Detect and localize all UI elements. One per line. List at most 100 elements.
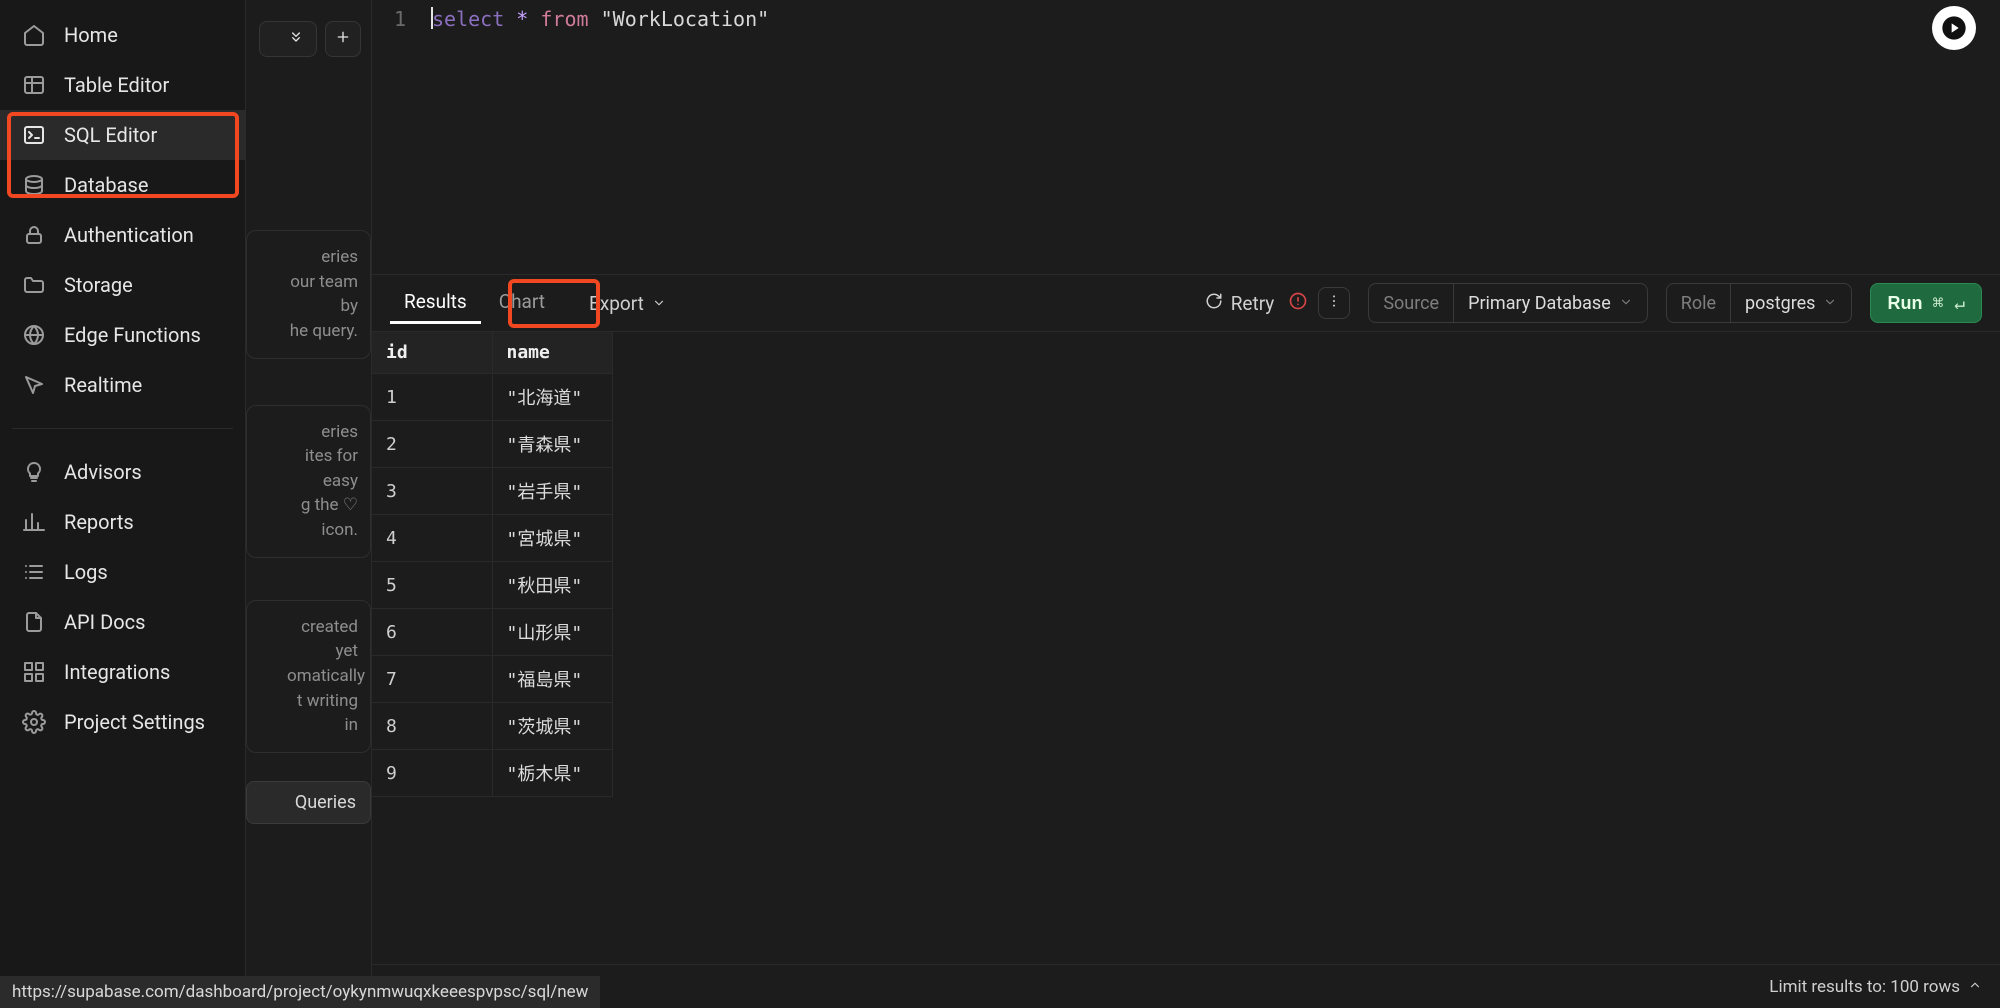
results-table-area: id name 1"北海道"2"青森県"3"岩手県"4"宮城県"5"秋田県"6"…	[372, 332, 2000, 1008]
table-row[interactable]: 3"岩手県"	[372, 468, 612, 515]
sidebar-item-database[interactable]: Database	[0, 160, 245, 210]
table-row[interactable]: 7"福島県"	[372, 656, 612, 703]
sidebar-item-label: Advisors	[64, 460, 142, 484]
table-row[interactable]: 9"栃木県"	[372, 750, 612, 797]
cell-id: 4	[372, 515, 492, 562]
new-query-button[interactable]	[325, 21, 361, 57]
results-footer: (Limited to only 100 rows) Limit results…	[372, 964, 2000, 1008]
panel-favorite-queries: eries ites for easy g the ♡ icon.	[246, 405, 371, 558]
panel-shared-queries: eries our team by he query.	[246, 230, 371, 359]
run-shortcut: ⌘ ↵	[1932, 293, 1965, 314]
kebab-icon	[1326, 293, 1342, 314]
assistant-badge[interactable]	[1932, 6, 1976, 50]
export-button[interactable]: Export	[575, 284, 680, 323]
results-toolbar: Results Chart Export Retry Source Primar…	[372, 274, 2000, 332]
panel-toggle-button[interactable]	[259, 21, 317, 57]
cell-id: 9	[372, 750, 492, 797]
terminal-icon	[22, 123, 46, 147]
token-star: *	[516, 7, 528, 31]
results-table: id name 1"北海道"2"青森県"3"岩手県"4"宮城県"5"秋田県"6"…	[372, 332, 613, 797]
sidebar-item-advisors[interactable]: Advisors	[0, 447, 245, 497]
sidebar-item-reports[interactable]: Reports	[0, 497, 245, 547]
role-selector[interactable]: Role postgres	[1666, 283, 1853, 323]
table-row[interactable]: 5"秋田県"	[372, 562, 612, 609]
chevron-down-icon	[1823, 293, 1837, 314]
sidebar-item-home[interactable]: Home	[0, 10, 245, 60]
editor-code-line: select * from "WorkLocation"	[432, 6, 769, 32]
cell-name: "山形県"	[492, 609, 612, 656]
run-button[interactable]: Run ⌘ ↵	[1870, 283, 1982, 323]
sidebar-item-label: Home	[64, 23, 118, 47]
grid-icon	[22, 660, 46, 684]
sidebar-item-authentication[interactable]: Authentication	[0, 210, 245, 260]
cell-id: 7	[372, 656, 492, 703]
sidebar-item-integrations[interactable]: Integrations	[0, 647, 245, 697]
table-row[interactable]: 2"青森県"	[372, 421, 612, 468]
table-row[interactable]: 6"山形県"	[372, 609, 612, 656]
sidebar-item-edge-functions[interactable]: Edge Functions	[0, 310, 245, 360]
tab-results[interactable]: Results	[390, 282, 481, 324]
sidebar-item-sql-editor[interactable]: SQL Editor	[0, 110, 245, 160]
column-header-name[interactable]: name	[492, 332, 612, 374]
sidebar-item-logs[interactable]: Logs	[0, 547, 245, 597]
cell-name: "宮城県"	[492, 515, 612, 562]
panel-no-queries: created yet omatically t writing in	[246, 600, 371, 753]
sidebar-item-label: API Docs	[64, 610, 145, 634]
sidebar-item-storage[interactable]: Storage	[0, 260, 245, 310]
token-from: from	[540, 7, 588, 31]
home-icon	[22, 23, 46, 47]
play-circle-icon	[1940, 14, 1968, 42]
cell-name: "福島県"	[492, 656, 612, 703]
retry-button[interactable]: Retry	[1195, 286, 1285, 321]
retry-label: Retry	[1231, 292, 1275, 315]
sidebar-item-project-settings[interactable]: Project Settings	[0, 697, 245, 747]
tab-chart[interactable]: Chart	[485, 282, 559, 324]
globe-icon	[22, 323, 46, 347]
table-icon	[22, 73, 46, 97]
folder-icon	[22, 273, 46, 297]
source-value: Primary Database	[1468, 293, 1611, 314]
sidebar-item-label: Reports	[64, 510, 134, 534]
sidebar-item-label: Integrations	[64, 660, 170, 684]
alert-icon[interactable]	[1288, 291, 1308, 316]
role-value: postgres	[1745, 293, 1815, 314]
run-label: Run	[1887, 293, 1922, 314]
limit-label: Limit results to: 100 rows	[1769, 977, 1960, 997]
limit-selector[interactable]: Limit results to: 100 rows	[1769, 977, 1982, 997]
table-row[interactable]: 1"北海道"	[372, 374, 612, 421]
column-header-id[interactable]: id	[372, 332, 492, 374]
sidebar-item-label: SQL Editor	[64, 123, 157, 147]
status-url: https://supabase.com/dashboard/project/o…	[0, 976, 600, 1008]
gear-icon	[22, 710, 46, 734]
source-label: Source	[1383, 293, 1439, 314]
table-row[interactable]: 4"宮城県"	[372, 515, 612, 562]
sidebar-item-label: Edge Functions	[64, 323, 201, 347]
more-options-button[interactable]	[1318, 287, 1350, 319]
sidebar-item-label: Authentication	[64, 223, 194, 247]
sidebar-item-label: Logs	[64, 560, 108, 584]
sql-editor-pane[interactable]: 1 select * from "WorkLocation"	[372, 0, 2000, 274]
source-selector[interactable]: Source Primary Database	[1368, 283, 1647, 323]
sidebar-item-table-editor[interactable]: Table Editor	[0, 60, 245, 110]
token-select: select	[432, 7, 504, 31]
list-icon	[22, 560, 46, 584]
chart-icon	[22, 510, 46, 534]
cell-id: 2	[372, 421, 492, 468]
sidebar-item-label: Realtime	[64, 373, 142, 397]
database-icon	[22, 173, 46, 197]
chevron-up-icon	[1968, 977, 1982, 997]
export-label: Export	[589, 292, 644, 315]
cell-id: 8	[372, 703, 492, 750]
file-icon	[22, 610, 46, 634]
plus-icon	[335, 29, 351, 50]
cell-name: "栃木県"	[492, 750, 612, 797]
sidebar-item-label: Project Settings	[64, 710, 205, 734]
queries-dropdown[interactable]: Queries	[246, 781, 371, 824]
cell-id: 3	[372, 468, 492, 515]
table-row[interactable]: 8"茨城県"	[372, 703, 612, 750]
cell-name: "茨城県"	[492, 703, 612, 750]
cell-id: 5	[372, 562, 492, 609]
sidebar-item-realtime[interactable]: Realtime	[0, 360, 245, 410]
sidebar-item-label: Database	[64, 173, 148, 197]
sidebar-item-api-docs[interactable]: API Docs	[0, 597, 245, 647]
